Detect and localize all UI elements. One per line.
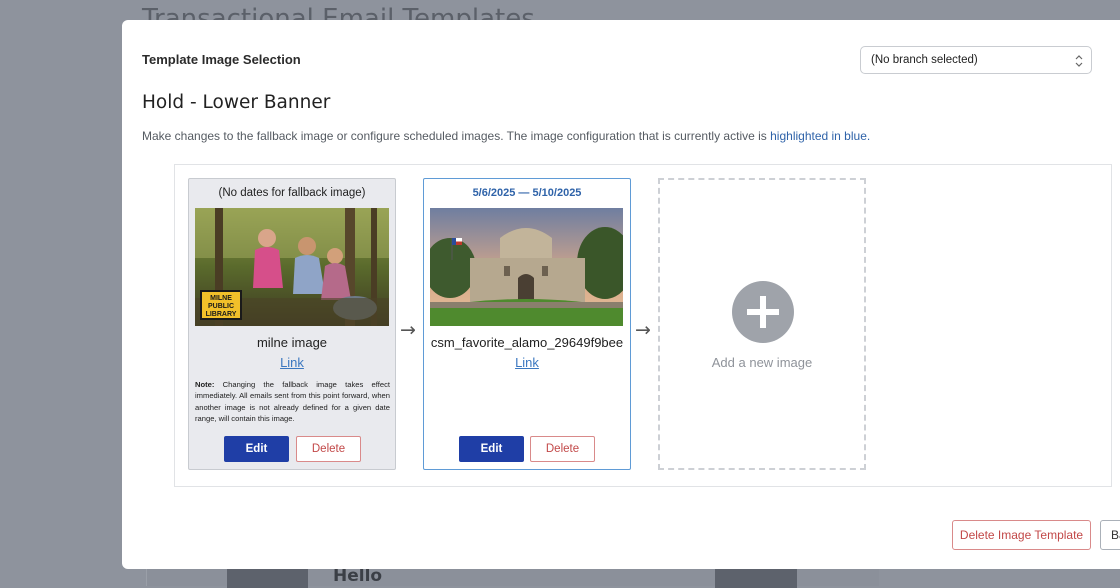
scheduled-delete-button[interactable]: Delete [530,436,595,462]
description-main: Make changes to the fallback image or co… [142,129,771,143]
scheduled-image-card: 5/6/2025 — 5/10/2025 csm_favorite_alamo_… [423,178,631,470]
scheduled-image-thumbnail [430,208,623,326]
chevron-up-down-icon [1075,55,1083,67]
fallback-image-link[interactable]: Link [189,355,395,370]
library-badge-line-3: LIBRARY [206,311,237,318]
fallback-image-thumbnail: MILNE PUBLIC LIBRARY [195,208,389,326]
branch-select-value: (No branch selected) [871,54,978,66]
plus-glyph-icon [747,296,779,328]
fallback-edit-button[interactable]: Edit [224,436,289,462]
branch-select[interactable]: (No branch selected) [860,46,1092,74]
description-highlight: highlighted in blue. [770,129,871,143]
add-image-card[interactable]: Add a new image [658,178,866,470]
note-label: Note: [195,380,215,389]
template-image-modal: Template Image Selection (No branch sele… [122,20,1120,569]
background-block-left [227,568,308,588]
back-button[interactable]: Back [1100,520,1120,550]
scheduled-date-range: 5/6/2025 — 5/10/2025 [472,187,582,199]
scheduled-edit-button[interactable]: Edit [459,436,524,462]
children-reading-image: MILNE PUBLIC LIBRARY [195,208,389,326]
modal-title: Template Image Selection [142,52,301,67]
images-panel: (No dates for fallback image) MILNE PUBL… [174,164,1112,487]
background-block-right [715,568,797,588]
fallback-note: Note: Changing the fallback image takes … [195,379,390,424]
background-hello-text: Hello [333,566,383,586]
fallback-delete-button[interactable]: Delete [296,436,361,462]
fallback-image-card: (No dates for fallback image) MILNE PUBL… [188,178,396,470]
library-badge-line-1: MILNE [210,295,232,302]
fallback-image-name: milne image [256,335,328,350]
arrow-right-icon: → [635,319,651,341]
library-badge-line-2: PUBLIC [208,303,234,310]
delete-image-template-button[interactable]: Delete Image Template [952,520,1091,550]
add-image-label: Add a new image [711,355,813,370]
template-name-heading: Hold - Lower Banner [142,92,331,113]
fallback-card-header: (No dates for fallback image) [218,187,366,199]
scheduled-image-link[interactable]: Link [424,355,630,370]
plus-icon[interactable] [732,281,794,343]
scheduled-image-name: csm_favorite_alamo_29649f9bee [430,335,624,350]
arrow-right-icon: → [400,319,416,341]
note-text: Changing the fallback image takes effect… [195,380,390,423]
description-text: Make changes to the fallback image or co… [142,129,870,143]
alamo-image [430,208,623,326]
